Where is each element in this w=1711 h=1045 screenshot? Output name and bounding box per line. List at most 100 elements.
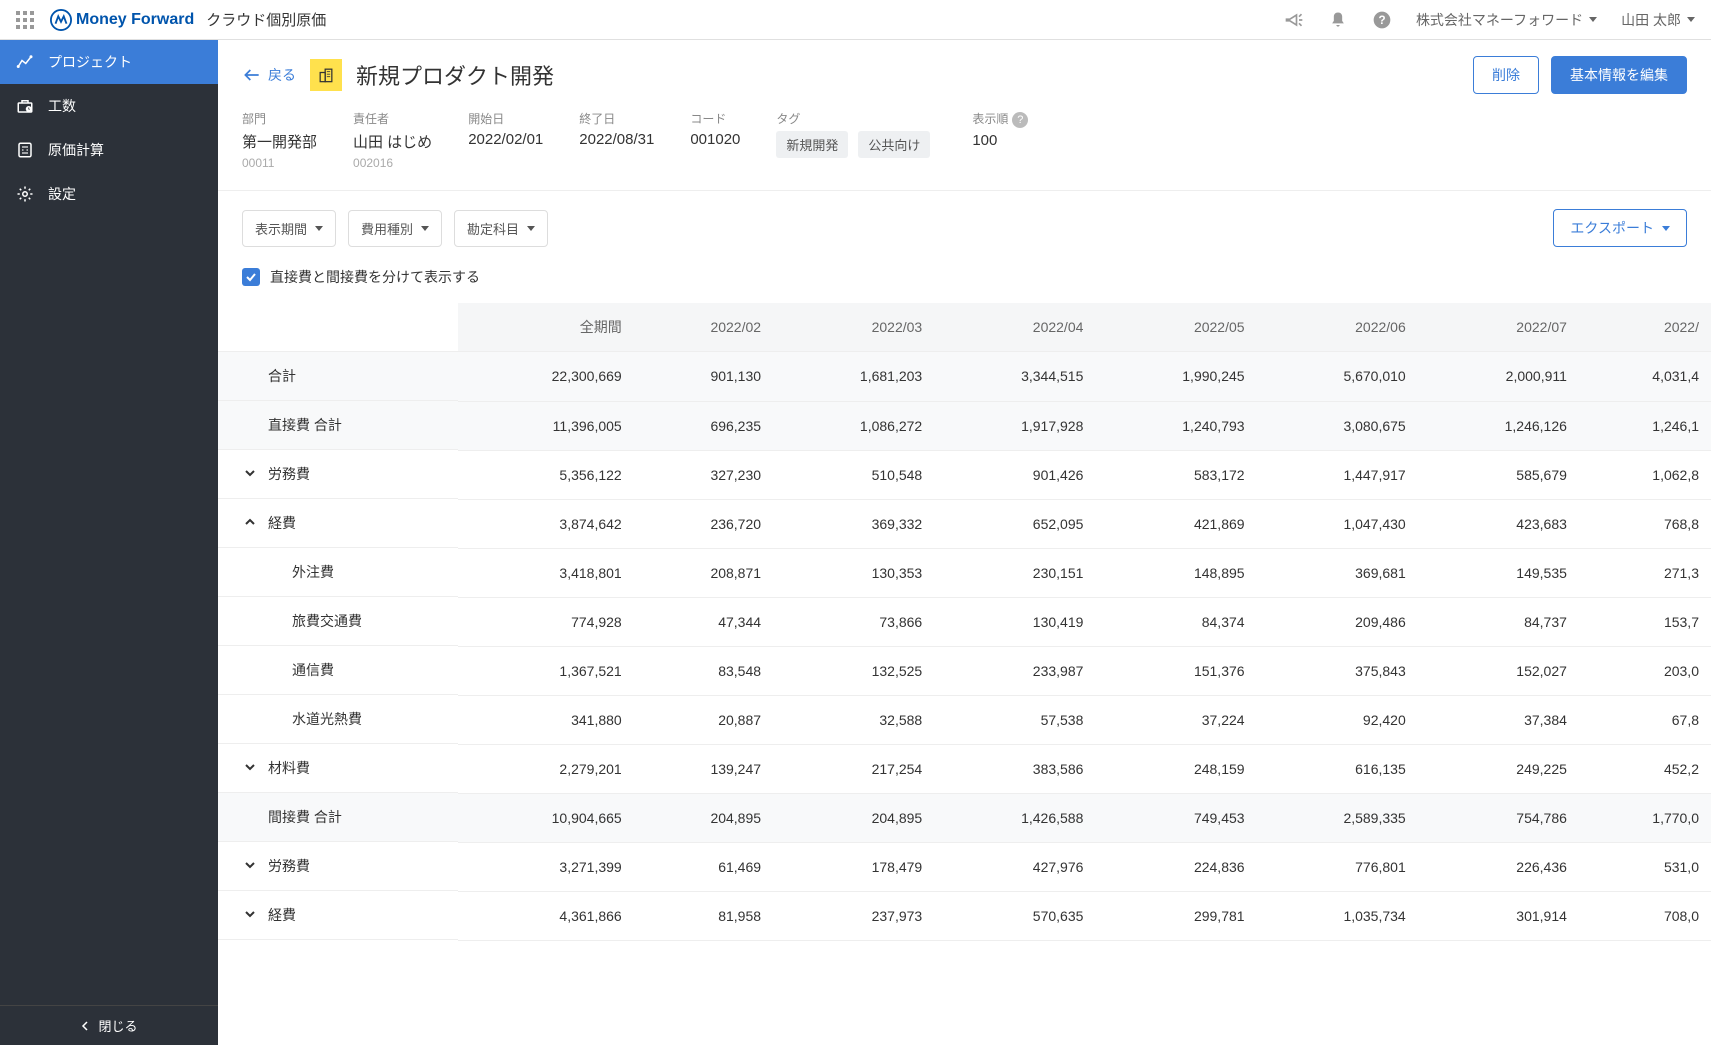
row-name-cell: 合計 (218, 352, 458, 401)
value-cell: 768,8 (1579, 499, 1711, 548)
value-cell: 510,548 (773, 450, 934, 499)
top-header: Money Forward クラウド個別原価 ? 株式会社マネーフォワード 山田… (0, 0, 1711, 40)
table-row: 材料費2,279,201139,247217,254383,586248,159… (218, 744, 1711, 793)
tag-pill: 公共向け (858, 131, 930, 158)
briefcase-icon (16, 97, 34, 115)
info-start: 開始日 2022/02/01 (468, 110, 543, 170)
value-cell: 149,535 (1418, 548, 1579, 597)
info-owner: 責任者 山田 はじめ 002016 (353, 110, 432, 170)
row-name-cell: 間接費 合計 (218, 793, 458, 842)
value-cell: 652,095 (934, 499, 1095, 548)
row-label: 直接費 合計 (268, 415, 342, 435)
value-cell: 217,254 (773, 744, 934, 793)
value-cell: 3,271,399 (458, 842, 634, 891)
value-cell: 421,869 (1095, 499, 1256, 548)
row-name-cell: 外注費 (218, 548, 458, 597)
value-cell: 1,240,793 (1095, 401, 1256, 450)
value-cell: 81,958 (634, 891, 773, 940)
help-badge-icon[interactable]: ? (1012, 112, 1028, 128)
row-label: 労務費 (268, 464, 310, 484)
chevron-down-icon[interactable] (242, 465, 258, 481)
value-cell: 233,987 (934, 646, 1095, 695)
value-cell: 237,973 (773, 891, 934, 940)
sidebar-item-cost[interactable]: 原価計算 (0, 128, 218, 172)
table-header-cell: 2022/04 (934, 303, 1095, 352)
value-cell: 1,770,0 (1579, 793, 1711, 842)
filter-account[interactable]: 勘定科目 (454, 210, 548, 247)
apps-menu-icon[interactable] (16, 11, 34, 29)
logo-mark-icon (50, 9, 72, 31)
row-label: 間接費 合計 (268, 807, 342, 827)
calc-icon (16, 141, 34, 159)
value-cell: 423,683 (1418, 499, 1579, 548)
value-cell: 236,720 (634, 499, 773, 548)
value-cell: 1,681,203 (773, 352, 934, 402)
value-cell: 749,453 (1095, 793, 1256, 842)
value-cell: 178,479 (773, 842, 934, 891)
company-dropdown[interactable]: 株式会社マネーフォワード (1416, 10, 1597, 30)
edit-button[interactable]: 基本情報を編集 (1551, 56, 1687, 94)
value-cell: 1,246,126 (1418, 401, 1579, 450)
delete-button[interactable]: 削除 (1473, 56, 1539, 94)
row-name-cell: 水道光熱費 (218, 695, 458, 744)
sidebar-item-settings[interactable]: 設定 (0, 172, 218, 216)
chevron-down-icon[interactable] (242, 906, 258, 922)
value-cell: 204,895 (773, 793, 934, 842)
table-row: 労務費5,356,122327,230510,548901,426583,172… (218, 450, 1711, 499)
split-checkbox[interactable] (242, 268, 260, 286)
sidebar-item-project[interactable]: プロジェクト (0, 40, 218, 84)
value-cell: 208,871 (634, 548, 773, 597)
value-cell: 37,384 (1418, 695, 1579, 744)
value-cell: 20,887 (634, 695, 773, 744)
chevron-down-icon[interactable] (242, 759, 258, 775)
value-cell: 271,3 (1579, 548, 1711, 597)
value-cell: 1,990,245 (1095, 352, 1256, 402)
back-link[interactable]: 戻る (242, 65, 296, 85)
value-cell: 383,586 (934, 744, 1095, 793)
row-label: 経費 (268, 905, 296, 925)
arrow-left-icon (242, 65, 262, 85)
table-row: 通信費1,367,52183,548132,525233,987151,3763… (218, 646, 1711, 695)
value-cell: 3,080,675 (1257, 401, 1418, 450)
chevron-left-icon (80, 1021, 90, 1031)
cost-table-wrap[interactable]: 全期間2022/022022/032022/042022/052022/0620… (218, 303, 1711, 1045)
row-label: 旅費交通費 (268, 611, 362, 631)
main-content: 戻る 新規プロダクト開発 削除 基本情報を編集 部門 第一開発部 00011 責… (218, 40, 1711, 1045)
value-cell: 2,589,335 (1257, 793, 1418, 842)
row-label: 材料費 (268, 758, 310, 778)
user-dropdown[interactable]: 山田 太郎 (1621, 10, 1695, 30)
table-row: 合計22,300,669901,1301,681,2033,344,5151,9… (218, 352, 1711, 402)
value-cell: 375,843 (1257, 646, 1418, 695)
chevron-up-icon[interactable] (242, 514, 258, 530)
chevron-down-icon[interactable] (242, 857, 258, 873)
help-icon[interactable]: ? (1372, 10, 1392, 30)
user-name: 山田 太郎 (1621, 10, 1681, 30)
value-cell: 151,376 (1095, 646, 1256, 695)
filter-period[interactable]: 表示期間 (242, 210, 336, 247)
value-cell: 130,419 (934, 597, 1095, 646)
company-name: 株式会社マネーフォワード (1416, 10, 1583, 30)
brand-text: Money Forward (76, 11, 194, 29)
value-cell: 901,426 (934, 450, 1095, 499)
sidebar-item-hours[interactable]: 工数 (0, 84, 218, 128)
row-label: 通信費 (268, 660, 334, 680)
value-cell: 4,361,866 (458, 891, 634, 940)
value-cell: 583,172 (1095, 450, 1256, 499)
brand-logo[interactable]: Money Forward クラウド個別原価 (50, 9, 326, 31)
value-cell: 3,874,642 (458, 499, 634, 548)
export-button[interactable]: エクスポート (1553, 209, 1687, 247)
value-cell: 1,426,588 (934, 793, 1095, 842)
back-text: 戻る (268, 65, 296, 85)
value-cell: 708,0 (1579, 891, 1711, 940)
table-row: 外注費3,418,801208,871130,353230,151148,895… (218, 548, 1711, 597)
value-cell: 1,246,1 (1579, 401, 1711, 450)
sidebar: プロジェクト 工数 原価計算 設定 閉じる (0, 40, 218, 1045)
value-cell: 1,035,734 (1257, 891, 1418, 940)
notification-icon[interactable] (1328, 10, 1348, 30)
filter-type[interactable]: 費用種別 (348, 210, 442, 247)
split-checkbox-row: 直接費と間接費を分けて表示する (218, 259, 1711, 303)
announcement-icon[interactable] (1284, 10, 1304, 30)
sidebar-collapse[interactable]: 閉じる (0, 1005, 218, 1045)
value-cell: 37,224 (1095, 695, 1256, 744)
table-row: 間接費 合計10,904,665204,895204,8951,426,5887… (218, 793, 1711, 842)
